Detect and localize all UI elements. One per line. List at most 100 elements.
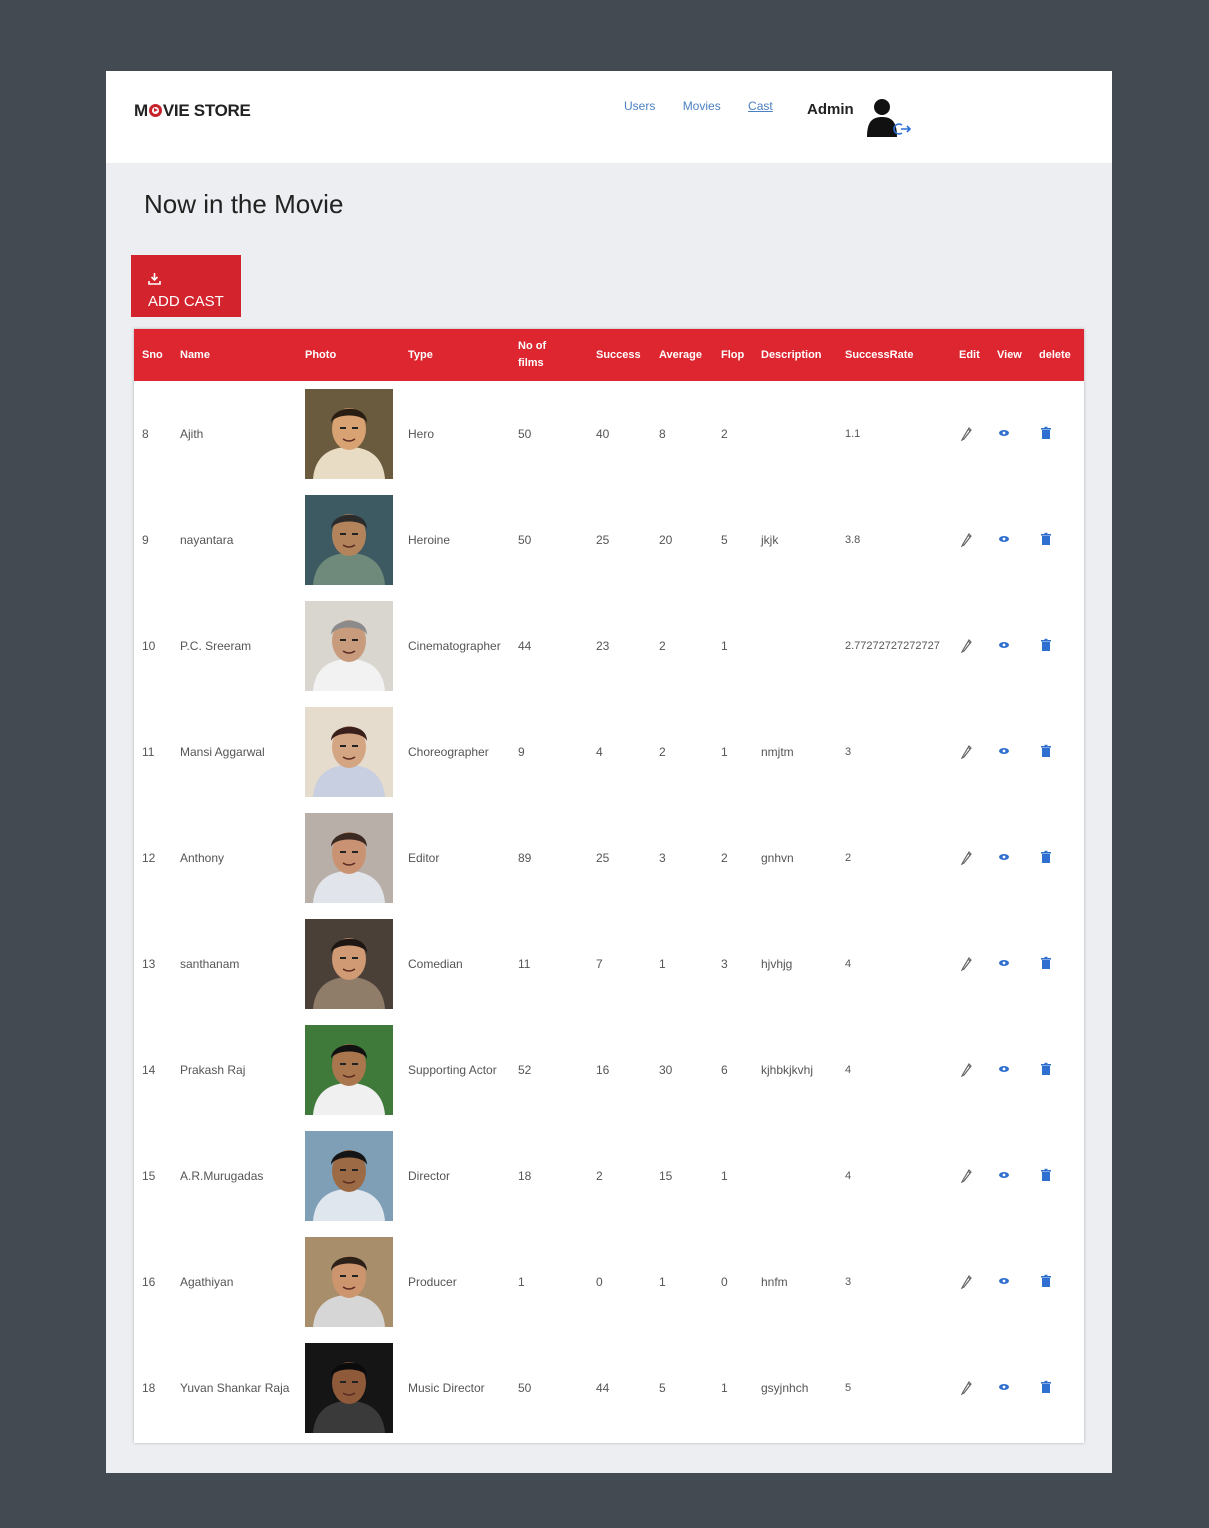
- cell-successrate: 2.77272727272727: [845, 640, 940, 652]
- edit-icon[interactable]: [959, 425, 975, 441]
- cell-type: Music Director: [408, 1381, 485, 1395]
- add-cast-button[interactable]: ADD CAST: [131, 255, 241, 317]
- cell-average: 15: [659, 1169, 673, 1183]
- cell-name: Anthony: [180, 851, 225, 865]
- play-icon: [148, 104, 162, 117]
- cell-sno: 13: [142, 957, 156, 971]
- cell-delete: [1031, 1229, 1084, 1335]
- cell-type: Editor: [408, 851, 440, 865]
- header-films: No of films: [518, 340, 547, 369]
- cell-average: 8: [659, 427, 666, 441]
- view-icon[interactable]: [997, 1273, 1013, 1289]
- cell-type: Producer: [408, 1275, 457, 1289]
- cell-flop: 1: [721, 639, 728, 653]
- cell-edit: [951, 381, 989, 487]
- cell-success: 4: [596, 745, 603, 759]
- nav-link-users[interactable]: Users: [624, 99, 655, 113]
- view-icon[interactable]: [997, 1061, 1013, 1077]
- table-row: 15 A.R.Murugadas Director 18 2 15 1 4: [134, 1123, 1084, 1229]
- view-icon[interactable]: [997, 425, 1013, 441]
- edit-icon[interactable]: [959, 637, 975, 653]
- cell-successrate: 4: [845, 958, 852, 970]
- cell-edit: [951, 593, 989, 699]
- delete-icon[interactable]: [1039, 849, 1055, 865]
- delete-icon[interactable]: [1039, 1273, 1055, 1289]
- edit-icon[interactable]: [959, 1167, 975, 1183]
- delete-icon[interactable]: [1039, 1167, 1055, 1183]
- cell-success: 16: [596, 1063, 610, 1077]
- cell-sno: 10: [142, 639, 156, 653]
- view-icon[interactable]: [997, 1167, 1013, 1183]
- delete-icon[interactable]: [1039, 1379, 1055, 1395]
- view-icon[interactable]: [997, 1379, 1013, 1395]
- cell-type: Cinematographer: [408, 639, 501, 653]
- cell-view: [989, 487, 1031, 593]
- cell-flop: 1: [721, 745, 728, 759]
- table-row: 12 Anthony Editor 89 25 3 2 gnhvn 2: [134, 805, 1084, 911]
- cast-photo: [305, 707, 393, 797]
- cell-type: Comedian: [408, 957, 463, 971]
- cast-photo: [305, 1131, 393, 1221]
- cell-success: 40: [596, 427, 610, 441]
- cell-edit: [951, 1123, 989, 1229]
- cell-name: Agathiyan: [180, 1275, 234, 1289]
- cast-photo: [305, 1237, 393, 1327]
- header-delete: delete: [1039, 348, 1071, 361]
- table-row: 8 Ajith Hero 50 40 8 2 1.1: [134, 381, 1084, 487]
- edit-icon[interactable]: [959, 955, 975, 971]
- edit-icon[interactable]: [959, 743, 975, 759]
- nav-link-movies[interactable]: Movies: [683, 99, 721, 113]
- main-nav: Users Movies Cast: [624, 99, 797, 113]
- cell-average: 2: [659, 639, 666, 653]
- cell-view: [989, 381, 1031, 487]
- edit-icon[interactable]: [959, 1379, 975, 1395]
- header-flop: Flop: [721, 348, 745, 361]
- cell-average: 1: [659, 957, 666, 971]
- cell-films: 1: [518, 1275, 525, 1289]
- cell-successrate: 3: [845, 746, 852, 758]
- cell-view: [989, 805, 1031, 911]
- edit-icon[interactable]: [959, 1061, 975, 1077]
- cast-photo: [305, 813, 393, 903]
- delete-icon[interactable]: [1039, 425, 1055, 441]
- brand-logo[interactable]: M VIE STORE: [134, 101, 251, 121]
- nav-link-cast[interactable]: Cast: [748, 99, 773, 113]
- view-icon[interactable]: [997, 743, 1013, 759]
- cell-films: 89: [518, 851, 532, 865]
- view-icon[interactable]: [997, 849, 1013, 865]
- logo-letter: M: [134, 101, 148, 120]
- cell-delete: [1031, 593, 1084, 699]
- delete-icon[interactable]: [1039, 955, 1055, 971]
- header-photo: Photo: [305, 348, 337, 361]
- cast-photo: [305, 1343, 393, 1433]
- cell-sno: 9: [142, 533, 149, 547]
- view-icon[interactable]: [997, 955, 1013, 971]
- cell-description: gsyjnhch: [761, 1381, 809, 1395]
- table-row: 14 Prakash Raj Supporting Actor 52 16 30…: [134, 1017, 1084, 1123]
- app-window: M VIE STORE Users Movies Cast Admin Now i…: [106, 71, 1112, 1473]
- cast-photo: [305, 1025, 393, 1115]
- cell-description: hjvhjg: [761, 957, 793, 971]
- cell-name: nayantara: [180, 533, 234, 547]
- cast-photo: [305, 495, 393, 585]
- delete-icon[interactable]: [1039, 531, 1055, 547]
- cell-flop: 6: [721, 1063, 728, 1077]
- delete-icon[interactable]: [1039, 1061, 1055, 1077]
- cast-photo: [305, 389, 393, 479]
- user-logout-icon[interactable]: [866, 97, 916, 141]
- cell-sno: 18: [142, 1381, 156, 1395]
- edit-icon[interactable]: [959, 1273, 975, 1289]
- cell-photo: [297, 1017, 400, 1123]
- edit-icon[interactable]: [959, 531, 975, 547]
- edit-icon[interactable]: [959, 849, 975, 865]
- cell-name: Yuvan Shankar Raja: [180, 1381, 290, 1395]
- delete-icon[interactable]: [1039, 743, 1055, 759]
- cell-successrate: 4: [845, 1170, 852, 1182]
- cell-delete: [1031, 381, 1084, 487]
- delete-icon[interactable]: [1039, 637, 1055, 653]
- table-row: 11 Mansi Aggarwal Choreographer 9 4 2 1 …: [134, 699, 1084, 805]
- cell-view: [989, 699, 1031, 805]
- view-icon[interactable]: [997, 531, 1013, 547]
- view-icon[interactable]: [997, 637, 1013, 653]
- cell-sno: 14: [142, 1063, 156, 1077]
